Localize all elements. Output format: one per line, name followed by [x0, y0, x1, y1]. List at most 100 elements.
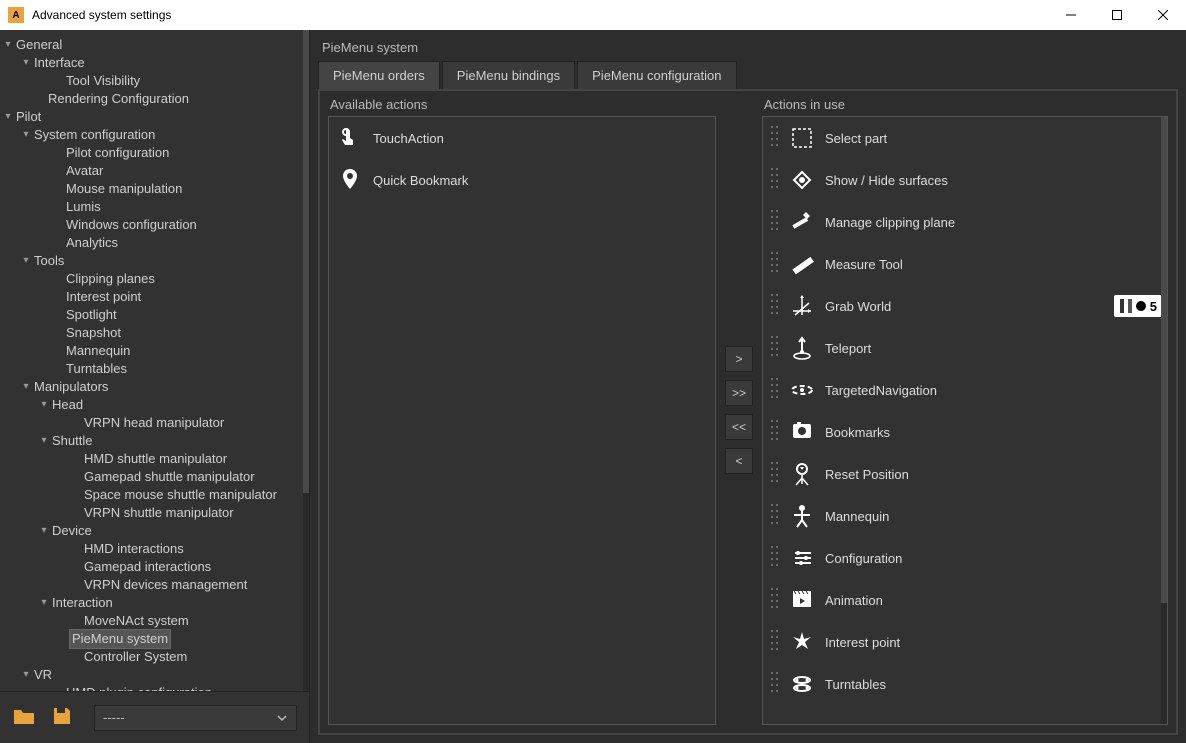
- settings-tree[interactable]: ▾General▾InterfaceTool VisibilityRenderi…: [0, 36, 309, 691]
- save-button[interactable]: [50, 704, 74, 731]
- tree-expander-icon[interactable]: ▾: [38, 432, 50, 450]
- tree-item[interactable]: ▾Manipulators: [0, 378, 309, 396]
- action-item[interactable]: Configuration: [763, 537, 1167, 579]
- move-button[interactable]: <<: [725, 414, 753, 440]
- tree-item[interactable]: VRPN shuttle manipulator: [0, 504, 309, 522]
- tree-item[interactable]: Spotlight: [0, 306, 309, 324]
- action-item[interactable]: Bookmarks: [763, 411, 1167, 453]
- drag-handle-icon[interactable]: [771, 168, 779, 192]
- close-button[interactable]: [1140, 0, 1186, 30]
- move-button[interactable]: <: [725, 448, 753, 474]
- tree-item[interactable]: HMD shuttle manipulator: [0, 450, 309, 468]
- tree-item[interactable]: ▾Pilot: [0, 108, 309, 126]
- tab[interactable]: PieMenu configuration: [577, 61, 736, 89]
- action-item[interactable]: Interest point: [763, 621, 1167, 663]
- tree-item[interactable]: Gamepad shuttle manipulator: [0, 468, 309, 486]
- tree-expander-icon[interactable]: ▾: [20, 126, 32, 144]
- list-scrollbar[interactable]: [1161, 117, 1167, 724]
- tree-item[interactable]: Avatar: [0, 162, 309, 180]
- tree-item-label: Clipping planes: [52, 270, 155, 288]
- tree-expander-icon[interactable]: ▾: [20, 666, 32, 684]
- tree-item[interactable]: Tool Visibility: [0, 72, 309, 90]
- action-item[interactable]: TouchAction: [329, 117, 715, 159]
- drag-handle-icon[interactable]: [771, 630, 779, 654]
- tree-item[interactable]: Interest point: [0, 288, 309, 306]
- tree-item[interactable]: MoveNAct system: [0, 612, 309, 630]
- drag-handle-icon[interactable]: [771, 504, 779, 528]
- available-actions-list[interactable]: TouchActionQuick Bookmark: [328, 116, 716, 725]
- tree-item[interactable]: ▾Interface: [0, 54, 309, 72]
- tab[interactable]: PieMenu orders: [318, 61, 440, 89]
- tree-item-label: Avatar: [52, 162, 103, 180]
- tree-item[interactable]: Gamepad interactions: [0, 558, 309, 576]
- tree-expander-icon[interactable]: ▾: [38, 396, 50, 414]
- actions-in-use-list[interactable]: Select partShow / Hide surfacesManage cl…: [762, 116, 1168, 725]
- tree-item[interactable]: Pilot configuration: [0, 144, 309, 162]
- drag-handle-icon[interactable]: [771, 336, 779, 360]
- tree-item[interactable]: PieMenu system: [0, 630, 309, 648]
- tree-expander-icon[interactable]: ▾: [20, 54, 32, 72]
- tree-expander-icon[interactable]: ▾: [20, 378, 32, 396]
- drag-handle-icon[interactable]: [771, 672, 779, 696]
- tree-item[interactable]: ▾Interaction: [0, 594, 309, 612]
- tree-item[interactable]: ▾System configuration: [0, 126, 309, 144]
- tree-item[interactable]: ▾VR: [0, 666, 309, 684]
- drag-handle-icon[interactable]: [771, 420, 779, 444]
- action-item[interactable]: Grab World5: [763, 285, 1167, 327]
- tree-expander-icon[interactable]: ▾: [38, 594, 50, 612]
- maximize-button[interactable]: [1094, 0, 1140, 30]
- tree-item[interactable]: VRPN head manipulator: [0, 414, 309, 432]
- open-folder-button[interactable]: [12, 704, 36, 731]
- drag-handle-icon[interactable]: [771, 294, 779, 318]
- tree-expander-icon[interactable]: ▾: [20, 252, 32, 270]
- minimize-button[interactable]: [1048, 0, 1094, 30]
- tree-item[interactable]: Rendering Configuration: [0, 90, 309, 108]
- tree-item[interactable]: Lumis: [0, 198, 309, 216]
- action-item[interactable]: TargetedNavigation: [763, 369, 1167, 411]
- tree-item[interactable]: ▾Shuttle: [0, 432, 309, 450]
- tab[interactable]: PieMenu bindings: [442, 61, 575, 89]
- tree-item[interactable]: Turntables: [0, 360, 309, 378]
- action-item[interactable]: Select part: [763, 117, 1167, 159]
- tree-item[interactable]: Windows configuration: [0, 216, 309, 234]
- action-item[interactable]: Turntables: [763, 663, 1167, 705]
- action-item[interactable]: Quick Bookmark: [329, 159, 715, 201]
- drag-handle-icon[interactable]: [771, 378, 779, 402]
- tree-item[interactable]: Clipping planes: [0, 270, 309, 288]
- drag-handle-icon[interactable]: [771, 252, 779, 276]
- drag-handle-icon[interactable]: [771, 210, 779, 234]
- action-item[interactable]: Teleport: [763, 327, 1167, 369]
- tree-expander-icon[interactable]: ▾: [38, 522, 50, 540]
- tree-item[interactable]: Analytics: [0, 234, 309, 252]
- drag-handle-icon[interactable]: [771, 546, 779, 570]
- action-item[interactable]: Animation: [763, 579, 1167, 621]
- tree-expander-icon[interactable]: ▾: [2, 36, 14, 54]
- tree-expander-icon[interactable]: ▾: [2, 108, 14, 126]
- tree-item[interactable]: ▾General: [0, 36, 309, 54]
- tree-item[interactable]: HMD plugin configuration: [0, 684, 309, 691]
- tree-item[interactable]: HMD interactions: [0, 540, 309, 558]
- tree-scrollbar[interactable]: [303, 30, 309, 691]
- move-button[interactable]: >>: [725, 380, 753, 406]
- tree-item[interactable]: Snapshot: [0, 324, 309, 342]
- action-item[interactable]: Measure Tool: [763, 243, 1167, 285]
- drag-handle-icon[interactable]: [771, 126, 779, 150]
- tree-item[interactable]: VRPN devices management: [0, 576, 309, 594]
- tree-item[interactable]: ▾Tools: [0, 252, 309, 270]
- action-item[interactable]: Show / Hide surfaces: [763, 159, 1167, 201]
- mannequin-icon: [789, 503, 815, 529]
- tree-item[interactable]: Space mouse shuttle manipulator: [0, 486, 309, 504]
- action-item[interactable]: Manage clipping plane: [763, 201, 1167, 243]
- preset-combo[interactable]: -----: [94, 705, 297, 731]
- tree-item[interactable]: Mouse manipulation: [0, 180, 309, 198]
- tree-item[interactable]: ▾Device: [0, 522, 309, 540]
- action-item[interactable]: Mannequin: [763, 495, 1167, 537]
- move-button[interactable]: >: [725, 346, 753, 372]
- drag-handle-icon[interactable]: [771, 588, 779, 612]
- tree-item-label: Tools: [34, 252, 64, 270]
- tree-item[interactable]: Mannequin: [0, 342, 309, 360]
- tree-item[interactable]: Controller System: [0, 648, 309, 666]
- tree-item[interactable]: ▾Head: [0, 396, 309, 414]
- drag-handle-icon[interactable]: [771, 462, 779, 486]
- action-item[interactable]: Reset Position: [763, 453, 1167, 495]
